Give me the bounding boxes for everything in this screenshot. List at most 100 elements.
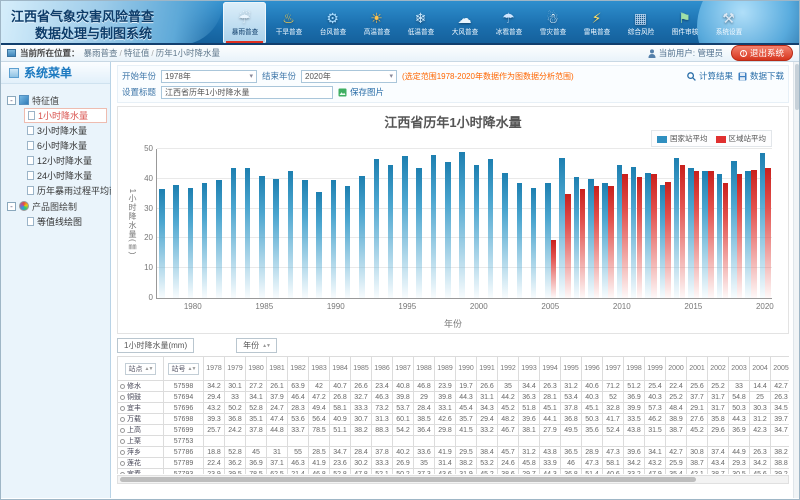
nav-item-drought[interactable]: ♨干旱普查: [267, 2, 310, 44]
col-year-1992[interactable]: 1992: [498, 357, 519, 381]
sidebar-item-3小时降水量[interactable]: 3小时降水量: [24, 123, 107, 138]
col-year-1995[interactable]: 1995: [561, 357, 582, 381]
radio-icon[interactable]: [120, 406, 125, 411]
col-year-1999[interactable]: 1999: [645, 357, 666, 381]
col-year-1996[interactable]: 1996: [582, 357, 603, 381]
col-year-1978[interactable]: 1978: [204, 357, 225, 381]
col-year-1987[interactable]: 1987: [393, 357, 414, 381]
sidebar-item-1小时降水量[interactable]: 1小时降水量: [24, 108, 107, 123]
col-year-2002[interactable]: 2002: [708, 357, 729, 381]
value-cell: 29.3: [729, 458, 750, 469]
year-sort-box[interactable]: 年份 ▲▼: [236, 338, 277, 353]
value-cell: 31.1: [477, 392, 498, 403]
table-metric-box[interactable]: 1小时降水量(mm): [117, 338, 194, 353]
nav-item-typhoon[interactable]: ⚙台风普查: [311, 2, 354, 44]
collapse-icon[interactable]: -: [7, 96, 16, 105]
breadcrumb-item[interactable]: 历年1小时降水量: [156, 48, 220, 58]
sidebar-item-历年暴雨过程平均雨量[interactable]: 历年暴雨过程平均雨量: [24, 183, 107, 198]
station-name-cell[interactable]: 铜鼓: [118, 392, 164, 403]
station-name-cell[interactable]: 宜春: [118, 469, 164, 475]
value-cell: [687, 436, 708, 447]
station-name-cell[interactable]: 上栗: [118, 436, 164, 447]
value-cell: 34.1: [246, 392, 267, 403]
radio-icon[interactable]: [120, 461, 125, 466]
value-cell: 47.3: [582, 458, 603, 469]
nav-item-snow[interactable]: ☃雪灾普查: [531, 2, 574, 44]
col-year-1983[interactable]: 1983: [309, 357, 330, 381]
col-year-1988[interactable]: 1988: [414, 357, 435, 381]
bar-regional: [723, 183, 729, 298]
col-year-1989[interactable]: 1989: [435, 357, 456, 381]
calculate-button[interactable]: 计算结果: [687, 70, 733, 82]
chart-title-input[interactable]: 江西省历年1小时降水量: [161, 86, 333, 99]
sidebar-item-等值线绘图[interactable]: 等值线绘图: [24, 214, 107, 229]
col-year-1986[interactable]: 1986: [372, 357, 393, 381]
nav-item-low-temp[interactable]: ❄低温普查: [399, 2, 442, 44]
value-cell: 26.9: [393, 458, 414, 469]
col-station[interactable]: 站点▲▼: [118, 357, 164, 381]
horizontal-scrollbar[interactable]: [117, 475, 789, 484]
nav-item-rainstorm[interactable]: ☔暴雨普查: [223, 2, 266, 44]
logout-button[interactable]: | 退出系统: [731, 45, 793, 61]
col-year-1981[interactable]: 1981: [267, 357, 288, 381]
col-year-1998[interactable]: 1998: [624, 357, 645, 381]
nav-item-wind[interactable]: ☁大风普查: [443, 2, 486, 44]
nav-item-high-temp[interactable]: ☀高温普查: [355, 2, 398, 44]
station-name-cell[interactable]: 宜丰: [118, 403, 164, 414]
col-year-1993[interactable]: 1993: [519, 357, 540, 381]
nav-item-hail[interactable]: ☂冰雹普查: [487, 2, 530, 44]
sidebar-item-12小时降水量[interactable]: 12小时降水量: [24, 153, 107, 168]
radio-icon[interactable]: [120, 428, 125, 433]
station-name-cell[interactable]: 修水: [118, 381, 164, 392]
station-name-cell[interactable]: 上高: [118, 425, 164, 436]
sidebar-group-1[interactable]: -产品图绘制: [4, 198, 107, 214]
sidebar-group-0[interactable]: -特征值: [4, 92, 107, 108]
col-station-id-sort[interactable]: 站号▲▼: [168, 363, 200, 375]
col-year-1980[interactable]: 1980: [246, 357, 267, 381]
col-year-2001[interactable]: 2001: [687, 357, 708, 381]
radio-icon[interactable]: [120, 417, 125, 422]
col-year-2005[interactable]: 2005: [771, 357, 790, 381]
col-year-1984[interactable]: 1984: [330, 357, 351, 381]
vertical-scrollbar-thumb[interactable]: [795, 64, 799, 110]
value-cell: 34.7: [771, 425, 790, 436]
col-year-1990[interactable]: 1990: [456, 357, 477, 381]
end-year-select[interactable]: 2020年 ▾: [301, 70, 397, 83]
col-station-id[interactable]: 站号▲▼: [164, 357, 204, 381]
col-year-1994[interactable]: 1994: [540, 357, 561, 381]
radio-icon[interactable]: [120, 472, 125, 474]
sidebar-item-24小时降水量[interactable]: 24小时降水量: [24, 168, 107, 183]
breadcrumb-item[interactable]: 暴雨普查: [84, 48, 118, 58]
radio-icon[interactable]: [120, 395, 125, 400]
nav-item-lightning[interactable]: ⚡雷电普查: [575, 2, 618, 44]
col-year-2000[interactable]: 2000: [666, 357, 687, 381]
col-year-2003[interactable]: 2003: [729, 357, 750, 381]
col-year-1997[interactable]: 1997: [603, 357, 624, 381]
col-year-1982[interactable]: 1982: [288, 357, 309, 381]
col-year-1985[interactable]: 1985: [351, 357, 372, 381]
station-name-cell[interactable]: 莲花: [118, 458, 164, 469]
col-year-2004[interactable]: 2004: [750, 357, 771, 381]
breadcrumb-item[interactable]: 特征值: [124, 48, 150, 58]
radio-icon[interactable]: [120, 450, 125, 455]
vertical-scrollbar[interactable]: [793, 62, 799, 498]
col-year-1991[interactable]: 1991: [477, 357, 498, 381]
start-year-select[interactable]: 1978年 ▾: [161, 70, 257, 83]
station-name-cell[interactable]: 万载: [118, 414, 164, 425]
col-year-1979[interactable]: 1979: [225, 357, 246, 381]
value-cell: 36.8: [561, 414, 582, 425]
nav-item-risk-calc[interactable]: ▦综合风险: [619, 2, 662, 44]
nav-item-settings[interactable]: ⚒系统设置: [707, 2, 750, 44]
horizontal-scrollbar-thumb[interactable]: [120, 477, 696, 482]
value-cell: 35.4: [666, 469, 687, 475]
nav-item-map-review[interactable]: ⚑图件审核: [663, 2, 706, 44]
collapse-icon[interactable]: -: [7, 202, 16, 211]
radio-icon[interactable]: [120, 439, 125, 444]
station-name-cell[interactable]: 萍乡: [118, 447, 164, 458]
download-button[interactable]: 数据下载: [738, 70, 784, 82]
value-cell: 58.1: [330, 403, 351, 414]
save-image-button[interactable]: 保存图片: [338, 86, 384, 98]
sidebar-item-6小时降水量[interactable]: 6小时降水量: [24, 138, 107, 153]
radio-icon[interactable]: [120, 384, 125, 389]
col-station-sort[interactable]: 站点▲▼: [125, 363, 157, 375]
